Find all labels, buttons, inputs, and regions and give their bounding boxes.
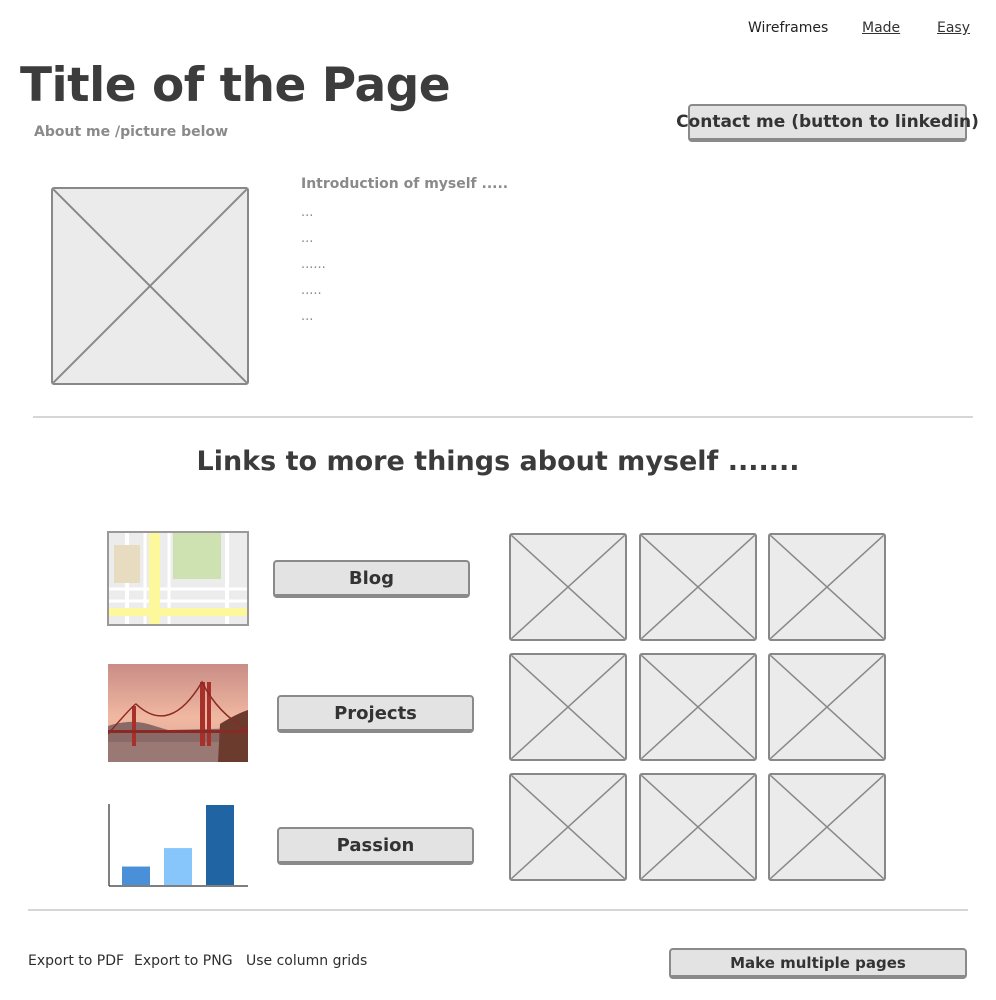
image-placeholder bbox=[768, 773, 886, 881]
column-grids-link[interactable]: Use column grids bbox=[246, 953, 367, 969]
intro-line: ... bbox=[301, 231, 314, 246]
intro-line: ..... bbox=[301, 283, 322, 298]
bar-chart bbox=[108, 804, 248, 887]
map-thumbnail bbox=[107, 531, 249, 626]
image-placeholder bbox=[509, 653, 627, 761]
divider bbox=[33, 416, 973, 418]
image-placeholder bbox=[768, 533, 886, 641]
page-title: Title of the Page bbox=[20, 58, 451, 113]
bridge-image bbox=[108, 664, 248, 762]
image-placeholder bbox=[509, 773, 627, 881]
page-subtitle: About me /picture below bbox=[34, 124, 228, 140]
blog-button[interactable]: Blog bbox=[273, 560, 470, 598]
intro-heading: Introduction of myself ..... bbox=[301, 176, 509, 192]
links-section-heading: Links to more things about myself ......… bbox=[196, 446, 800, 477]
intro-line: ... bbox=[301, 309, 314, 324]
export-png-link[interactable]: Export to PNG bbox=[134, 953, 233, 969]
nav-link-made[interactable]: Made bbox=[862, 20, 900, 36]
footer-divider bbox=[28, 909, 968, 911]
intro-line: ... bbox=[301, 205, 314, 220]
intro-text: Introduction of myself ..... ... ... ...… bbox=[301, 176, 508, 330]
make-multiple-pages-button[interactable]: Make multiple pages bbox=[669, 948, 967, 979]
image-placeholder bbox=[768, 653, 886, 761]
image-placeholder bbox=[639, 653, 757, 761]
nav-link-easy[interactable]: Easy bbox=[937, 20, 970, 36]
intro-line: ...... bbox=[301, 257, 326, 272]
bridge-photo bbox=[108, 664, 248, 762]
contact-button[interactable]: Contact me (button to linkedin) bbox=[676, 104, 979, 142]
bar-chart-bar bbox=[164, 848, 192, 885]
image-placeholder bbox=[509, 533, 627, 641]
bar-chart-thumbnail bbox=[108, 802, 248, 887]
export-pdf-link[interactable]: Export to PDF bbox=[28, 953, 124, 969]
image-placeholder bbox=[639, 773, 757, 881]
bar-chart-bar bbox=[122, 866, 150, 885]
image-placeholder bbox=[639, 533, 757, 641]
map-icon bbox=[109, 533, 247, 624]
nav-link-wireframes[interactable]: Wireframes bbox=[748, 20, 828, 36]
profile-picture-placeholder bbox=[51, 187, 249, 385]
bar-chart-bar bbox=[206, 805, 234, 885]
passion-button[interactable]: Passion bbox=[277, 827, 474, 865]
projects-button[interactable]: Projects bbox=[277, 695, 474, 733]
